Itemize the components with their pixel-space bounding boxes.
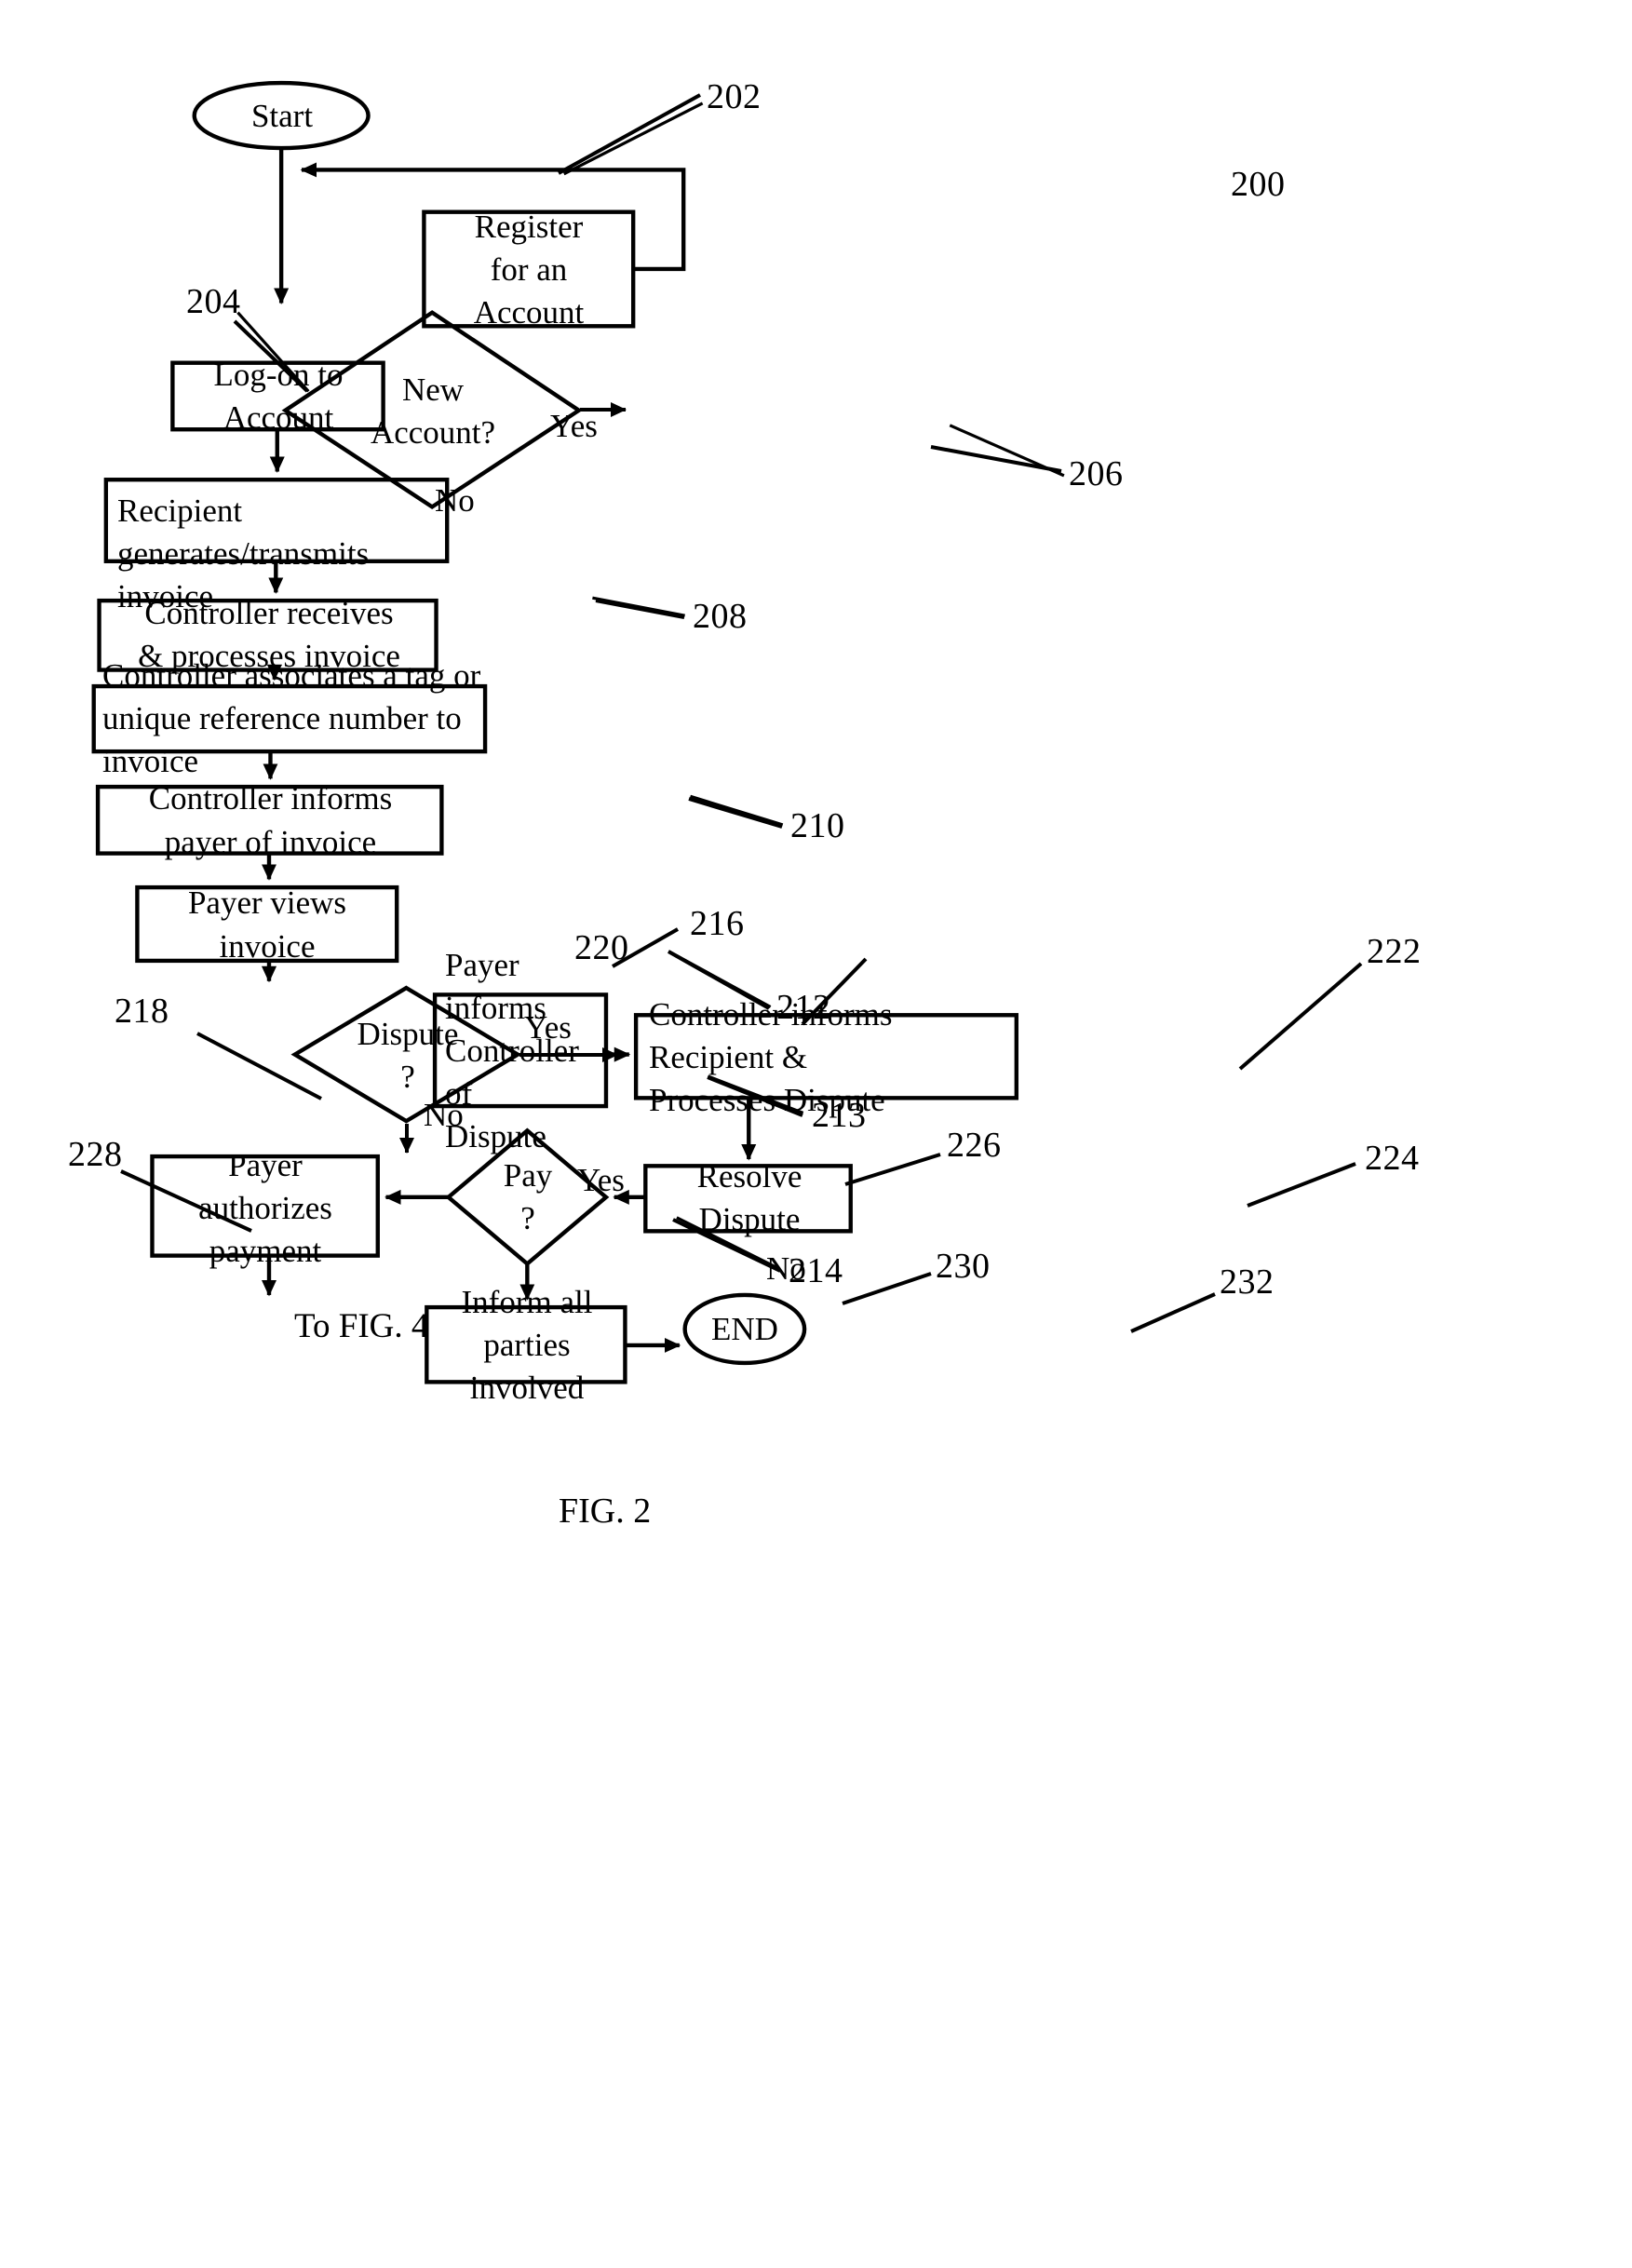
edge-label-pay-yes: Yes bbox=[577, 1162, 625, 1198]
dispute-shape bbox=[290, 985, 522, 1124]
leader-212-line bbox=[668, 950, 772, 1008]
controller-receives-shape bbox=[97, 598, 438, 672]
ref-200: 200 bbox=[1231, 165, 1286, 204]
controller-informs-payer-shape bbox=[95, 784, 444, 856]
ref-224: 224 bbox=[1365, 1139, 1420, 1178]
edge-label-dispute-no: No bbox=[424, 1097, 464, 1133]
ref-206: 206 bbox=[1069, 454, 1124, 493]
leader-202-line bbox=[563, 101, 704, 176]
inform-parties-shape bbox=[425, 1304, 627, 1384]
edge-label-new-account-no: No bbox=[435, 482, 475, 519]
logon-shape bbox=[170, 360, 385, 432]
ref-210: 210 bbox=[790, 806, 845, 845]
edge-label-new-account-yes: Yes bbox=[550, 408, 598, 444]
ref-218: 218 bbox=[115, 992, 169, 1031]
edge-register-loopback bbox=[300, 162, 686, 272]
edge-label-dispute-yes: Yes bbox=[524, 1009, 572, 1046]
recipient-shape bbox=[103, 478, 450, 563]
to-fig-4-text: To FIG. 4 bbox=[294, 1307, 429, 1345]
ref-232: 232 bbox=[1220, 1262, 1275, 1302]
leader-213-line bbox=[707, 1074, 804, 1114]
leader-208-line bbox=[592, 596, 685, 617]
register-shape bbox=[422, 209, 636, 329]
ref-204: 204 bbox=[186, 282, 241, 321]
ref-202: 202 bbox=[707, 77, 762, 116]
ref-226: 226 bbox=[947, 1126, 1002, 1165]
payer-authorizes-shape bbox=[150, 1154, 380, 1258]
figure-caption: FIG. 2 bbox=[559, 1492, 652, 1531]
ref-230: 230 bbox=[936, 1247, 991, 1286]
payer-views-shape bbox=[135, 884, 399, 964]
ref-216: 216 bbox=[690, 904, 745, 943]
end-shape bbox=[682, 1292, 807, 1366]
ref-228: 228 bbox=[68, 1135, 123, 1174]
ref-208: 208 bbox=[693, 597, 748, 636]
edge-label-pay-no: No bbox=[766, 1250, 806, 1287]
controller-tag-shape bbox=[91, 683, 488, 754]
start-shape bbox=[192, 80, 371, 151]
ref-213: 213 bbox=[812, 1096, 867, 1135]
leader-204-line bbox=[236, 311, 310, 393]
resolve-dispute-shape bbox=[643, 1164, 853, 1234]
ref-212: 212 bbox=[776, 988, 831, 1027]
leader-206-line bbox=[949, 424, 1065, 478]
leader-210-line bbox=[690, 794, 784, 827]
ref-222: 222 bbox=[1367, 932, 1422, 971]
visible-shapes bbox=[91, 80, 1018, 1384]
ref-220: 220 bbox=[574, 928, 629, 967]
patent-figure-page: #svg-layer, #svg-main, #svg-final, #svg-… bbox=[0, 0, 1632, 2268]
leader-214-line bbox=[676, 1216, 781, 1271]
